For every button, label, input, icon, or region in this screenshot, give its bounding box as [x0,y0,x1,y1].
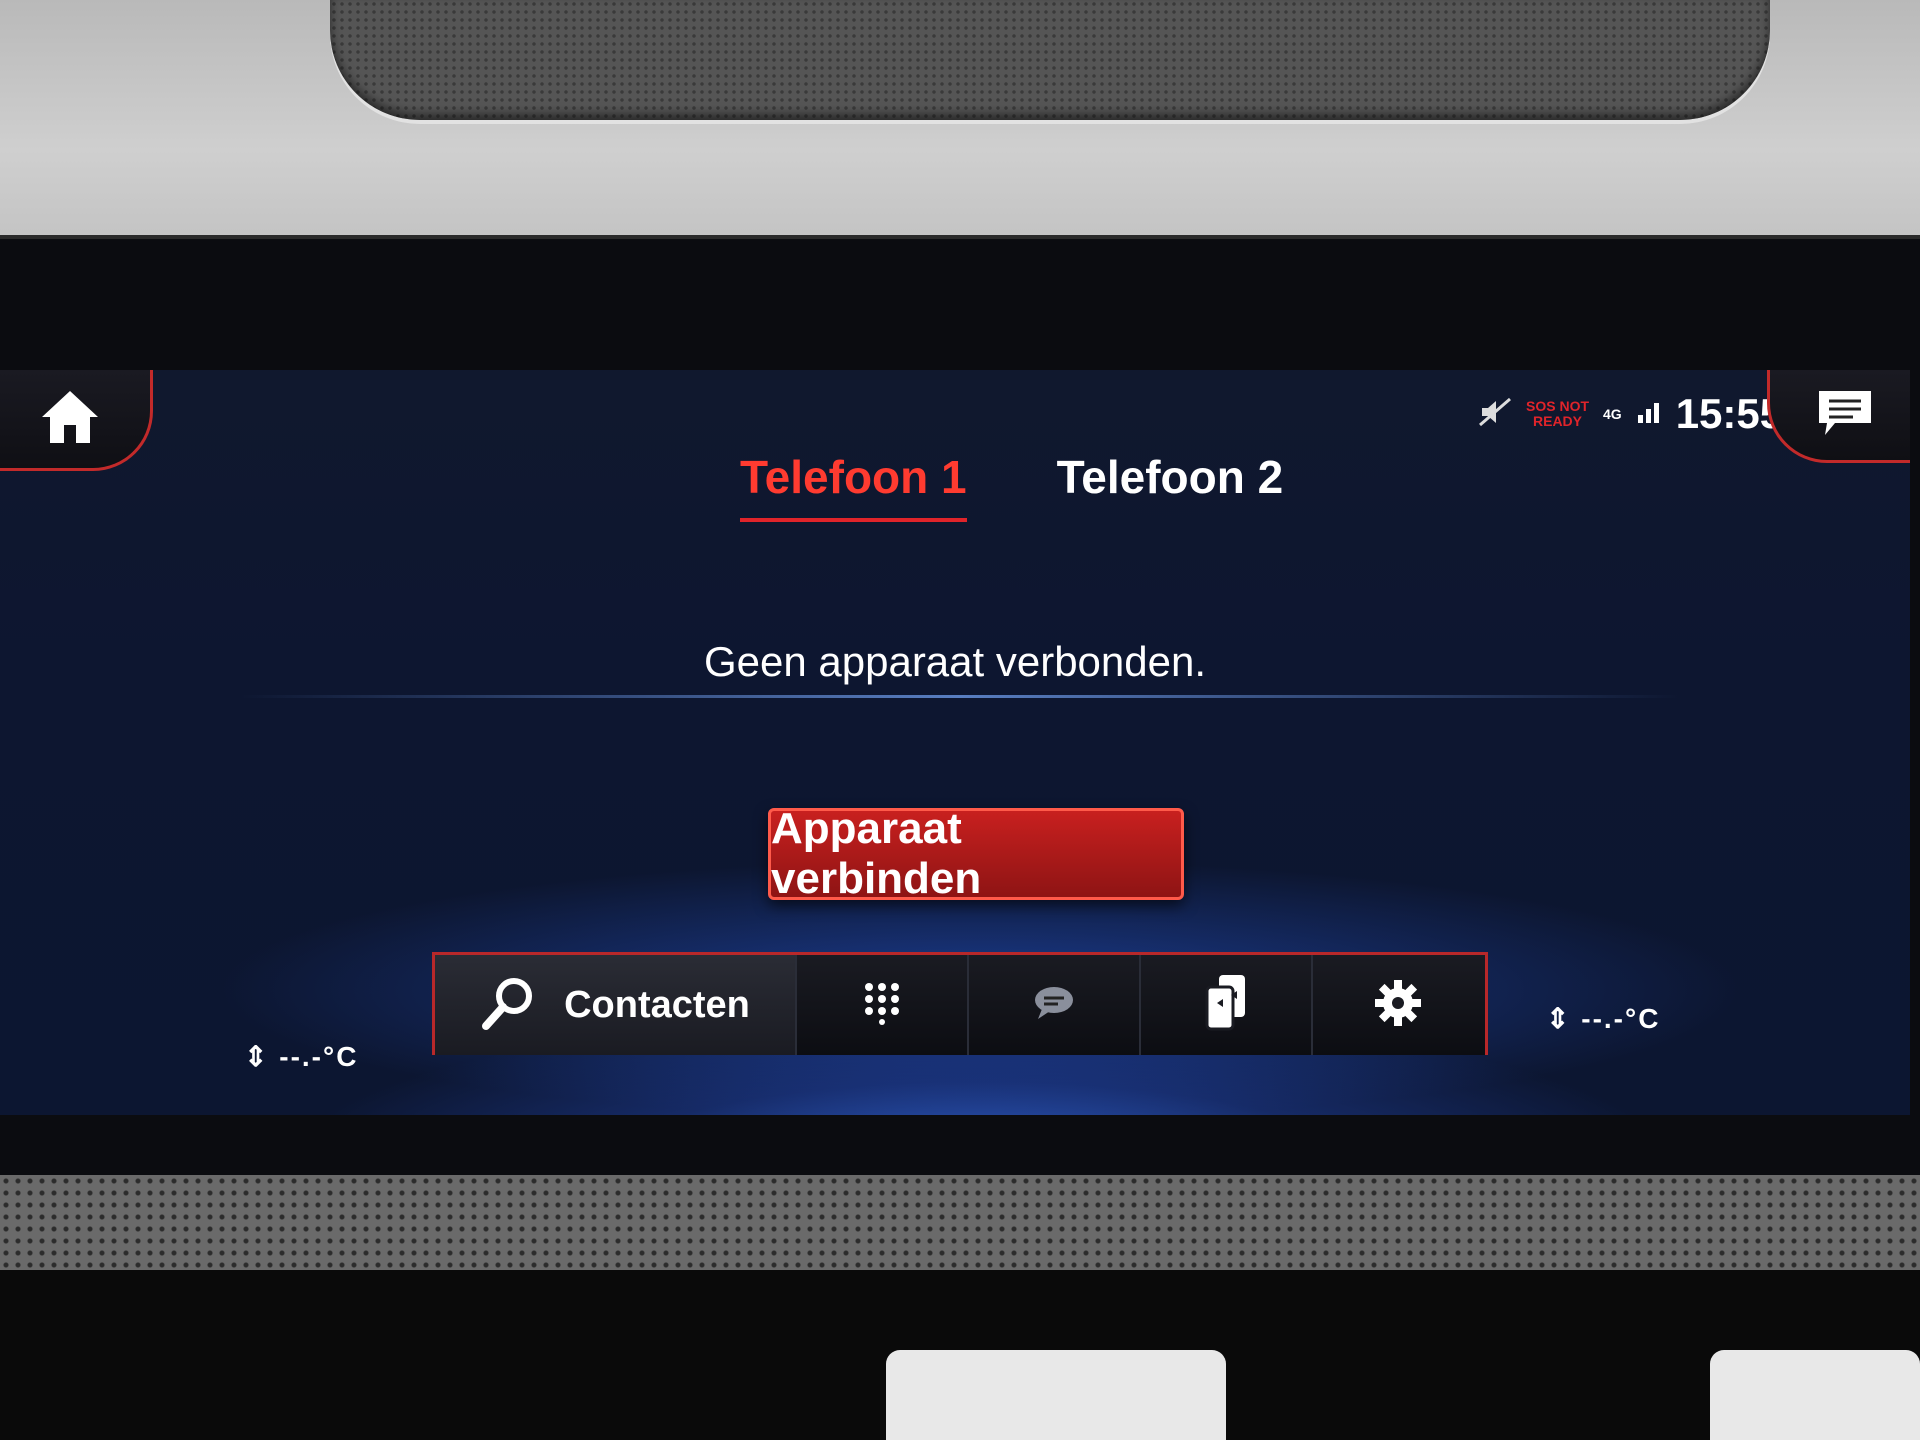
messages-button[interactable] [969,955,1141,1055]
signal-icon [1636,399,1662,430]
message-icon [1032,985,1076,1026]
chat-bubble-icon [1815,387,1875,444]
home-icon [38,387,102,452]
no-device-message: Geen apparaat verbonden. [703,638,1207,685]
connect-device-button[interactable]: Apparaat verbinden [768,804,1184,903]
temp-left[interactable]: ⇕ --.-°C [244,1040,358,1073]
tab-telefoon-2[interactable]: Telefoon 2 [1057,450,1284,518]
infotainment-screen: SOS NOT READY 4G 15:55 Telefoon 1 Telefo… [0,370,1910,1115]
settings-button[interactable] [1313,955,1483,1055]
air-vent [886,1350,1226,1440]
speaker-grille [330,0,1770,120]
keypad-icon [862,981,902,1030]
air-vent [1710,1350,1920,1440]
updown-arrow-icon: ⇕ [1546,1003,1572,1034]
divider-glow [240,695,1680,698]
devices-button[interactable] [1141,955,1313,1055]
mute-icon [1478,397,1512,432]
temp-left-value: --.-°C [279,1041,359,1072]
phone-tabs: Telefoon 1 Telefoon 2 [740,450,1284,522]
home-button[interactable] [0,370,153,471]
sos-line-2: READY [1533,413,1583,429]
bottom-dock: Contacten [432,952,1488,1055]
temp-right[interactable]: ⇕ --.-°C [1546,1002,1660,1035]
gear-icon [1373,978,1423,1033]
sos-line-1: SOS NOT [1526,398,1590,414]
temp-right-value: --.-°C [1581,1003,1661,1034]
network-indicator: 4G [1603,406,1622,422]
updown-arrow-icon: ⇕ [244,1041,270,1072]
keypad-button[interactable] [797,955,969,1055]
notifications-button[interactable] [1767,370,1910,463]
devices-icon [1203,973,1249,1038]
contacts-label: Contacten [564,983,750,1026]
contacts-search-button[interactable]: Contacten [435,955,797,1055]
search-icon [480,974,538,1037]
status-bar: SOS NOT READY 4G 15:55 [1478,384,1783,444]
tab-telefoon-1[interactable]: Telefoon 1 [740,450,967,522]
dashboard-top [0,0,1920,250]
sos-status: SOS NOT READY [1526,399,1589,429]
